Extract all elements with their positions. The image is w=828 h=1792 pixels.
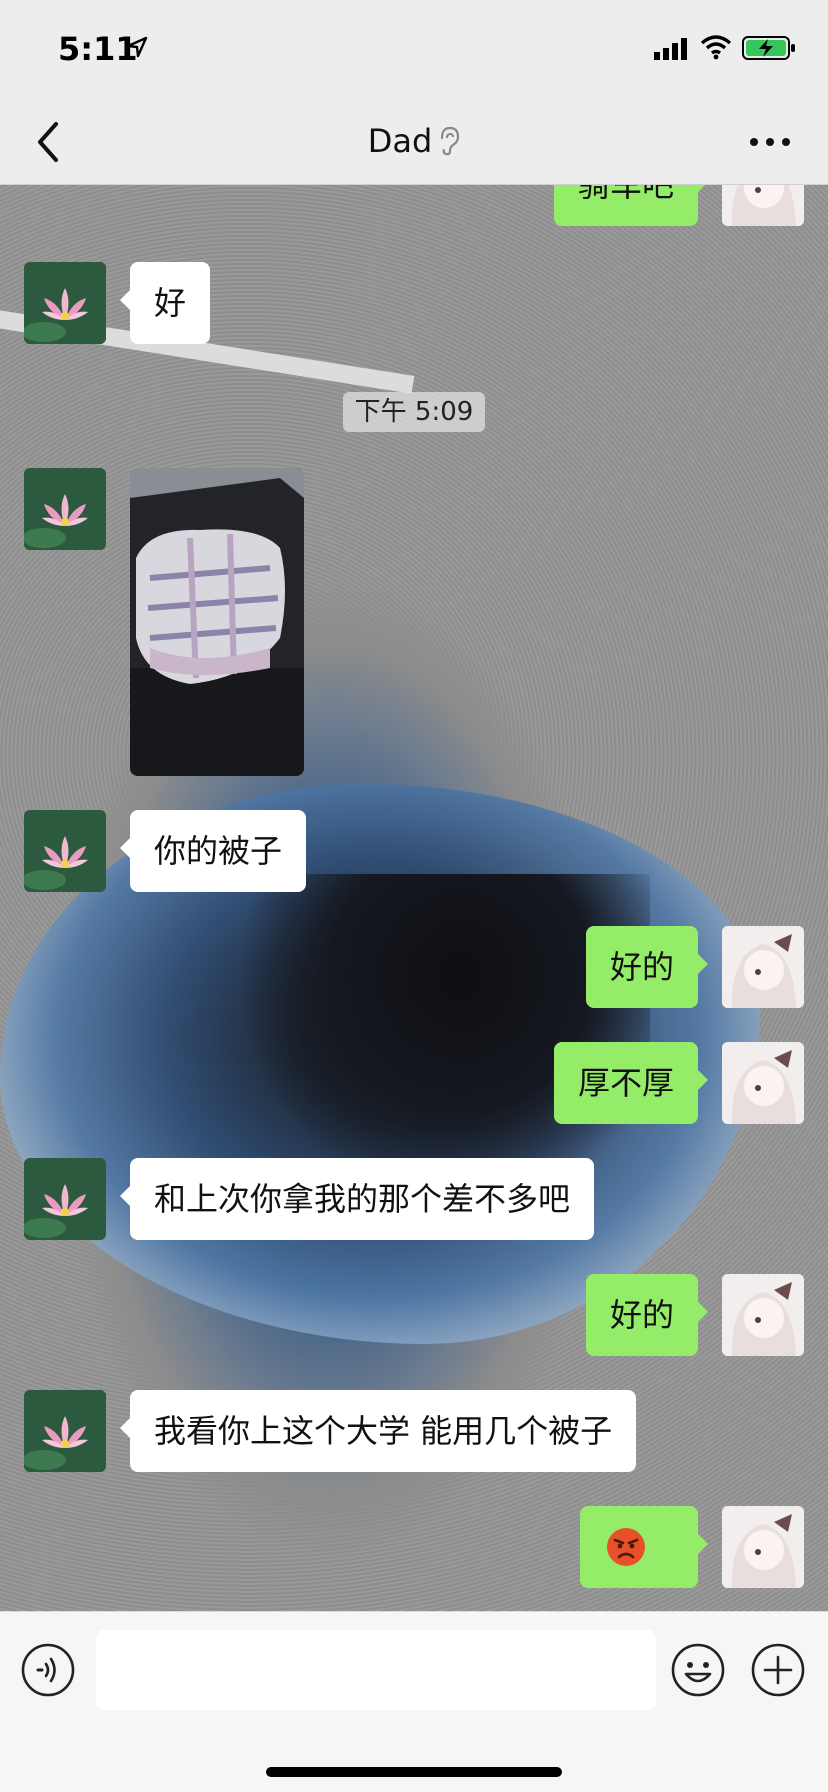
dad-avatar[interactable] <box>24 468 106 550</box>
message-bubble-in[interactable]: 我看你上这个大学 能用几个被子 <box>119 1390 637 1472</box>
my-avatar[interactable] <box>722 1274 804 1356</box>
battery-charging-icon <box>742 36 795 60</box>
home-indicator <box>266 1767 562 1777</box>
dad-avatar[interactable] <box>24 810 106 892</box>
message-bubble-out[interactable] <box>580 1506 708 1588</box>
smiley-icon[interactable] <box>670 1642 726 1698</box>
lotus-avatar-icon <box>24 262 106 344</box>
photo-thumbnail <box>130 468 304 776</box>
my-avatar[interactable] <box>722 184 804 226</box>
message-bubble-in[interactable]: 和上次你拿我的那个差不多吧 <box>119 1158 595 1240</box>
message-bubble-out[interactable]: 骑车吧 <box>553 184 709 226</box>
anime-girl-avatar-icon <box>722 1274 804 1356</box>
message-bubble-out[interactable]: 好的 <box>585 1274 709 1356</box>
image-message[interactable] <box>130 468 304 776</box>
lotus-avatar-icon <box>24 468 106 550</box>
status-bar: 5:11 <box>0 0 828 100</box>
cellular-signal-icon <box>654 38 687 60</box>
message-input[interactable] <box>96 1630 656 1710</box>
voice-icon[interactable] <box>20 1642 76 1698</box>
ear-icon <box>441 126 460 156</box>
plus-circle-icon[interactable] <box>750 1642 806 1698</box>
input-bar <box>0 1611 828 1792</box>
lotus-avatar-icon <box>24 1390 106 1472</box>
my-avatar[interactable] <box>722 926 804 1008</box>
chat-title: Dad <box>0 120 828 160</box>
anime-girl-avatar-icon <box>722 184 804 226</box>
chat-background[interactable]: 骑车吧 好 下午 5:09 你的被子 好的 厚不厚 和上次你拿我的那个差不多吧 … <box>0 184 828 1611</box>
dad-avatar[interactable] <box>24 1390 106 1472</box>
chat-header: Dad <box>0 100 828 185</box>
location-arrow-icon <box>126 36 148 58</box>
my-avatar[interactable] <box>722 1506 804 1588</box>
message-bubble-in[interactable]: 好 <box>119 262 211 344</box>
anime-girl-avatar-icon <box>722 1042 804 1124</box>
lotus-avatar-icon <box>24 1158 106 1240</box>
message-bubble-out[interactable]: 厚不厚 <box>553 1042 709 1124</box>
wifi-icon <box>700 35 732 60</box>
message-bubble-out[interactable]: 好的 <box>585 926 709 1008</box>
my-avatar[interactable] <box>722 1042 804 1124</box>
anime-girl-avatar-icon <box>722 926 804 1008</box>
more-dots-icon[interactable] <box>748 130 792 154</box>
lotus-avatar-icon <box>24 810 106 892</box>
message-bubble-in[interactable]: 你的被子 <box>119 810 307 892</box>
anime-girl-avatar-icon <box>722 1506 804 1588</box>
dad-avatar[interactable] <box>24 262 106 344</box>
dad-avatar[interactable] <box>24 1158 106 1240</box>
contact-name: Dad <box>367 122 433 160</box>
angry-face-icon <box>607 1528 645 1566</box>
message-timestamp: 下午 5:09 <box>343 392 485 432</box>
chat-screen: 5:11 Dad 骑车吧 好 下午 5:09 你的被子 好的 厚不厚 和上次你拿… <box>0 0 828 1792</box>
